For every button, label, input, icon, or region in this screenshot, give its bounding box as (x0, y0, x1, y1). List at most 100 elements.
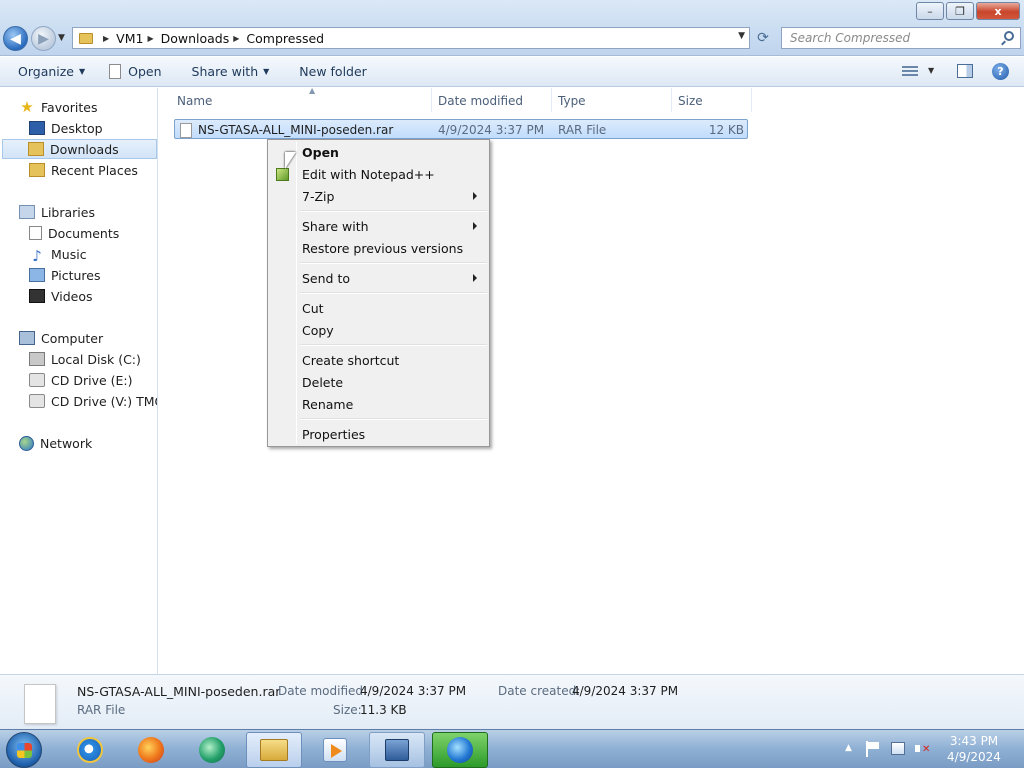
menu-item-share-with[interactable]: Share with (270, 215, 487, 237)
menu-item-restore-versions[interactable]: Restore previous versions (270, 237, 487, 259)
nav-desktop[interactable]: Desktop (29, 118, 103, 138)
menu-item-7zip[interactable]: 7-Zip (270, 185, 487, 207)
column-header-date-modified[interactable]: Date modified (432, 88, 552, 112)
taskbar-setup-app[interactable] (369, 732, 425, 768)
menu-item-properties[interactable]: Properties (270, 423, 487, 445)
nav-recent-places[interactable]: Recent Places (29, 160, 138, 180)
submenu-arrow-icon (473, 222, 477, 230)
menu-item-rename[interactable]: Rename (270, 393, 487, 415)
show-hidden-icons-icon[interactable]: ▲ (845, 743, 852, 753)
network-icon (19, 435, 34, 451)
column-header-size[interactable]: Size (672, 88, 752, 112)
taskbar-messenger[interactable] (184, 732, 240, 768)
breadcrumb-vm1[interactable]: VM1 (116, 31, 143, 46)
views-dropdown-icon[interactable]: ▼ (928, 66, 934, 75)
minimize-button[interactable]: – (916, 2, 944, 20)
menu-item-create-shortcut[interactable]: Create shortcut (270, 349, 487, 371)
recent-places-icon (29, 163, 45, 177)
column-type-label: Type (558, 94, 586, 108)
nav-libraries[interactable]: Libraries (19, 202, 95, 222)
libraries-icon (19, 205, 35, 219)
menu-separator (300, 292, 487, 294)
cd-drive-icon (29, 394, 45, 408)
menu-item-send-to[interactable]: Send to (270, 267, 487, 289)
organize-button[interactable]: Organize ▼ (18, 64, 85, 79)
menu-edit-notepad-label: Edit with Notepad++ (302, 167, 435, 182)
menu-rename-label: Rename (302, 397, 354, 412)
nav-network-label: Network (40, 435, 93, 451)
nav-cd-drive-e-label: CD Drive (E:) (51, 372, 133, 388)
help-icon[interactable]: ? (992, 63, 1009, 80)
file-thumbnail-icon (24, 684, 56, 724)
desktop-icon (29, 121, 45, 135)
search-input[interactable]: Search Compressed (781, 27, 1021, 49)
nav-documents[interactable]: Documents (29, 223, 119, 243)
taskbar-internet-explorer[interactable] (62, 732, 118, 768)
nav-downloads[interactable]: Downloads (2, 139, 157, 159)
clock-time: 3:43 PM (949, 734, 999, 748)
menu-item-edit-notepad[interactable]: Edit with Notepad++ (270, 163, 487, 185)
window-controls: – ❐ x (916, 2, 1020, 20)
nav-libraries-label: Libraries (41, 204, 95, 220)
menu-delete-label: Delete (302, 375, 344, 390)
menu-item-copy[interactable]: Copy (270, 319, 487, 341)
nav-computer[interactable]: Computer (19, 328, 103, 348)
views-icon[interactable] (902, 66, 918, 78)
address-dropdown-icon[interactable]: ▼ (738, 31, 745, 41)
taskbar-firefox[interactable] (123, 732, 179, 768)
file-date-modified: 4/9/2024 3:37 PM (438, 123, 545, 137)
nav-music-label: Music (51, 246, 87, 262)
preview-pane-icon[interactable] (957, 64, 973, 78)
share-with-button[interactable]: Share with ▼ (192, 64, 270, 79)
details-date-modified-label: Date modified: (278, 684, 368, 698)
taskbar-download-manager[interactable] (432, 732, 488, 768)
menu-item-open[interactable]: Open (270, 141, 487, 163)
recent-pages-dropdown-icon[interactable]: ▼ (58, 33, 65, 43)
open-button[interactable]: Open (109, 64, 162, 79)
details-size-label: Size: (333, 703, 362, 717)
nav-videos-label: Videos (51, 288, 93, 304)
file-row[interactable]: NS-GTASA-ALL_MINI-poseden.rar 4/9/2024 3… (174, 119, 748, 139)
menu-copy-label: Copy (302, 323, 334, 338)
taskbar-media-player[interactable] (307, 732, 363, 768)
menu-item-cut[interactable]: Cut (270, 297, 487, 319)
close-button[interactable]: x (976, 2, 1020, 20)
nav-favorites[interactable]: ★ Favorites (19, 97, 97, 117)
nav-local-disk[interactable]: Local Disk (C:) (29, 349, 141, 369)
restore-button[interactable]: ❐ (946, 2, 974, 20)
action-center-flag-icon[interactable] (866, 741, 882, 757)
breadcrumb-compressed[interactable]: Compressed (246, 31, 324, 46)
refresh-icon: ⟳ (757, 30, 769, 46)
column-header-name[interactable]: Name ▲ (171, 86, 432, 112)
chevron-right-icon[interactable]: ▶ (147, 34, 153, 43)
new-folder-button[interactable]: New folder (299, 64, 367, 79)
chevron-right-icon[interactable]: ▶ (103, 34, 109, 43)
nav-cd-drive-v[interactable]: CD Drive (V:) TMORI (29, 391, 157, 411)
nav-music[interactable]: ♪ Music (29, 244, 87, 266)
refresh-button[interactable]: ⟳ (752, 27, 774, 49)
pictures-icon (29, 268, 45, 282)
nav-pictures[interactable]: Pictures (29, 265, 101, 285)
chevron-right-icon[interactable]: ▶ (233, 34, 239, 43)
volume-muted-icon[interactable] (915, 741, 931, 757)
menu-item-delete[interactable]: Delete (270, 371, 487, 393)
breadcrumb-downloads[interactable]: Downloads (161, 31, 230, 46)
nav-cd-drive-e[interactable]: CD Drive (E:) (29, 370, 133, 390)
taskbar-windows-explorer[interactable] (246, 732, 302, 768)
nav-videos[interactable]: Videos (29, 286, 93, 306)
menu-separator (300, 344, 487, 346)
chat-app-icon (199, 737, 225, 763)
menu-open-label: Open (302, 145, 339, 160)
start-button[interactable] (6, 732, 42, 768)
details-date-created-label: Date created: (498, 684, 581, 698)
forward-button[interactable]: ▶ (31, 26, 56, 51)
clock[interactable]: 3:43 PM 4/9/2024 (940, 733, 1008, 765)
column-header-type[interactable]: Type (552, 88, 672, 112)
network-status-icon[interactable] (891, 742, 905, 755)
menu-send-to-label: Send to (302, 271, 351, 286)
nav-network[interactable]: Network (19, 433, 92, 453)
address-bar[interactable]: ▶ VM1 ▶ Downloads ▶ Compressed ▼ (72, 27, 750, 49)
back-button[interactable]: ◀ (3, 26, 28, 51)
firefox-icon (138, 737, 164, 763)
search-icon[interactable] (1004, 31, 1014, 41)
